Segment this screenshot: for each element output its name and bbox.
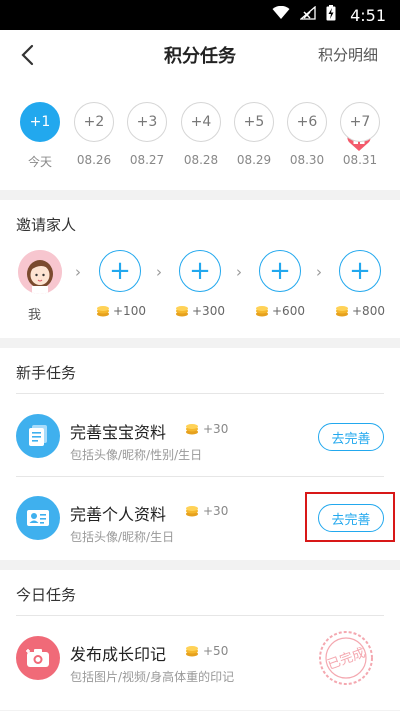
task-title: 发布成长印记	[70, 645, 167, 664]
chevron-right-icon: ›	[316, 263, 322, 281]
coin-icon	[186, 646, 198, 657]
coin-icon	[256, 306, 268, 317]
checkin-day-7[interactable]: +7	[340, 102, 380, 142]
invite-reward-3: +600	[255, 304, 305, 318]
invite-reward-2-text: +300	[192, 304, 225, 318]
invite-slot-4-button[interactable]: +	[339, 250, 381, 292]
daily-tasks-section: 今日任务 发布成长印记 +50 包括图片/视频/身高体重的印记 已完成	[0, 570, 400, 710]
checkin-day-6[interactable]: +6	[287, 102, 327, 142]
status-bar: 4:51	[0, 0, 400, 30]
baby-profile-icon	[16, 414, 60, 458]
complete-baby-profile-button[interactable]: 去完善	[318, 423, 384, 451]
checkin-day-2[interactable]: +2	[74, 102, 114, 142]
task-reward-text: +30	[203, 504, 229, 518]
checkin-day-4[interactable]: +4	[181, 102, 221, 142]
task-title: 完善宝宝资料	[70, 423, 167, 442]
avatar	[18, 250, 62, 294]
task-title: 完善个人资料	[70, 505, 167, 524]
task-subtitle: 包括头像/昵称/性别/生日	[70, 448, 203, 462]
task-subtitle: 包括图片/视频/身高体重的印记	[70, 670, 235, 684]
checkin-date-7: 08.31	[342, 153, 378, 167]
checkin-day-5[interactable]: +5	[234, 102, 274, 142]
checkin-date-2: 08.26	[76, 153, 112, 167]
task-reward: +30	[185, 504, 228, 518]
divider	[16, 615, 384, 616]
daily-tasks-title: 今日任务	[16, 586, 77, 604]
camera-icon	[16, 636, 60, 680]
stamp-text: 已完成	[326, 646, 368, 673]
divider	[16, 393, 384, 394]
section-gap	[0, 190, 400, 200]
invite-family-section: 邀请家人 我 › + +100 › + +300 › + +600 › + +8…	[0, 200, 400, 338]
invite-slot-1-button[interactable]: +	[99, 250, 141, 292]
chevron-left-icon	[21, 44, 34, 66]
invite-reward-4-text: +800	[352, 304, 385, 318]
coin-icon	[97, 306, 109, 317]
divider	[16, 476, 384, 477]
checkin-day-3[interactable]: +3	[127, 102, 167, 142]
me-label: 我	[28, 308, 42, 323]
invite-reward-1-text: +100	[113, 304, 146, 318]
checkin-date-4: 08.28	[183, 153, 219, 167]
task-subtitle: 包括头像/昵称/生日	[70, 530, 175, 544]
avatar-girl-icon	[18, 250, 62, 294]
newbie-tasks-section: 新手任务 完善宝宝资料 +30 包括头像/昵称/性别/生日 去完善 完善个人资料…	[0, 348, 400, 560]
section-gap	[0, 560, 400, 570]
task-reward-text: +50	[203, 644, 229, 658]
chevron-right-icon: ›	[156, 263, 162, 281]
invite-slot-3-button[interactable]: +	[259, 250, 301, 292]
task-reward: +30	[185, 422, 228, 436]
coin-icon	[186, 424, 198, 435]
checkin-date-3: 08.27	[129, 153, 165, 167]
highlight-box	[305, 492, 395, 542]
task-reward: +50	[185, 644, 228, 658]
invite-slot-2-button[interactable]: +	[179, 250, 221, 292]
invite-reward-2: +300	[175, 304, 225, 318]
app-header: 积分任务 积分明细	[0, 30, 400, 80]
personal-profile-icon	[16, 496, 60, 540]
invite-reward-3-text: +600	[272, 304, 305, 318]
checkin-strip: +1 今天 +2 08.26 +3 08.27 +4 08.28 +5 08.2…	[0, 80, 400, 190]
completed-stamp-icon: 已完成	[319, 631, 373, 685]
wifi-icon	[272, 5, 290, 24]
checkin-date-5: 08.29	[236, 153, 272, 167]
newbie-tasks-title: 新手任务	[16, 364, 77, 382]
coin-icon	[336, 306, 348, 317]
coin-icon	[176, 306, 188, 317]
battery-charging-icon	[326, 5, 336, 25]
chevron-right-icon: ›	[236, 263, 242, 281]
status-time: 4:51	[350, 5, 386, 25]
invite-reward-4: +800	[335, 304, 385, 318]
coin-icon	[186, 506, 198, 517]
checkin-date-1: 今天	[27, 155, 52, 169]
checkin-date-6: 08.30	[289, 153, 325, 167]
checkin-day-1[interactable]: +1	[20, 102, 60, 142]
back-button[interactable]	[14, 42, 40, 68]
invite-title: 邀请家人	[16, 216, 77, 234]
chevron-right-icon: ›	[75, 263, 81, 281]
signal-off-icon	[299, 5, 316, 24]
section-gap	[0, 338, 400, 348]
invite-reward-1: +100	[96, 304, 146, 318]
points-detail-link[interactable]: 积分明细	[318, 44, 378, 65]
task-reward-text: +30	[203, 422, 229, 436]
